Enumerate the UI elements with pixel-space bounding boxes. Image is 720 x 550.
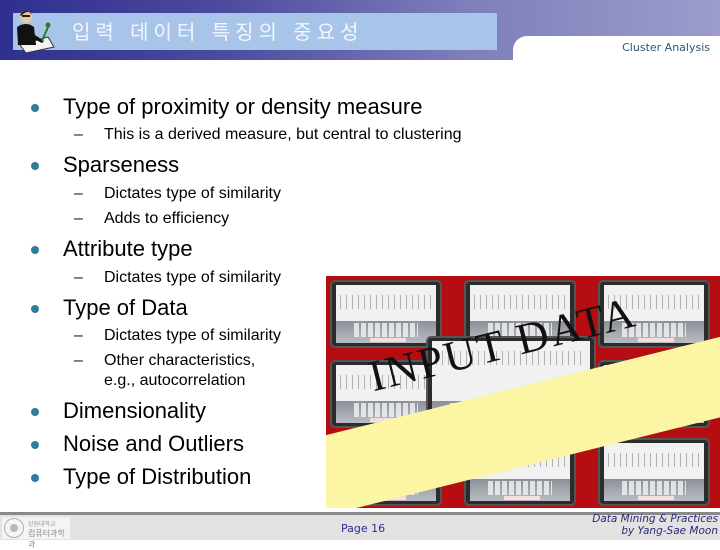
sub-bullet-text: This is a derived measure, but central t… <box>104 126 462 143</box>
course-title: Data Mining & Practices <box>592 513 718 525</box>
bullet-dot-icon <box>31 305 39 313</box>
sub-bullet-text: Dictates type of similarity <box>104 269 281 286</box>
bullet-text: Type of Data <box>63 295 188 320</box>
page-number: Page 16 <box>341 522 386 535</box>
bullet-item: Attribute type <box>31 236 193 262</box>
sub-bullet-text: Dictates type of similarity <box>104 185 281 202</box>
sub-bullet-continuation: e.g., autocorrelation <box>104 372 245 390</box>
bullet-text: Type of Distribution <box>63 464 252 489</box>
university-seal-icon <box>4 518 24 538</box>
person-writing-icon <box>12 7 56 54</box>
bullet-text: Dimensionality <box>63 398 207 423</box>
sub-bullet-text: Other characteristics, <box>104 352 256 369</box>
university-logo: 강원대학교 컴퓨터과학과 <box>2 517 70 549</box>
bullet-text: Type of proximity or density measure <box>63 94 423 119</box>
logo-department-name: 컴퓨터과학과 <box>28 529 65 549</box>
bullet-text: Noise and Outliers <box>63 431 244 456</box>
footer: 강원대학교 컴퓨터과학과 Page 16 Data Mining & Pract… <box>0 513 720 549</box>
dash-icon: – <box>74 327 83 344</box>
dash-icon: – <box>74 352 83 369</box>
dash-icon: – <box>74 126 83 143</box>
sub-bullet-item: – Dictates type of similarity <box>74 269 281 287</box>
sub-bullet-text: Dictates type of similarity <box>104 327 281 344</box>
bullet-dot-icon <box>31 104 39 112</box>
sub-bullet-item: – Dictates type of similarity <box>74 185 281 203</box>
input-data-illustration: INPUT DATA <box>326 276 720 508</box>
sub-bullet-item: – Other characteristics, <box>74 352 256 370</box>
bullet-dot-icon <box>31 408 39 416</box>
bullet-item: Dimensionality <box>31 398 207 424</box>
bullet-item: Sparseness <box>31 152 180 178</box>
bullet-text: Attribute type <box>63 236 193 261</box>
bullet-dot-icon <box>31 246 39 254</box>
dash-icon: – <box>74 185 83 202</box>
page-title: 입력 데이터 특징의 중요성 <box>72 20 364 44</box>
sub-bullet-item: – This is a derived measure, but central… <box>74 126 462 144</box>
bullet-item: Type of Distribution <box>31 464 252 490</box>
course-credit: Data Mining & Practices by Yang-Sae Moon <box>592 513 718 537</box>
dash-icon: – <box>74 269 83 286</box>
bullet-item: Type of Data <box>31 295 188 321</box>
section-label: Cluster Analysis <box>622 41 710 54</box>
bullet-item: Noise and Outliers <box>31 431 244 457</box>
dash-icon: – <box>74 210 83 227</box>
sub-bullet-text: Adds to efficiency <box>104 210 230 227</box>
bullet-text: Sparseness <box>63 152 180 177</box>
course-author: by Yang-Sae Moon <box>621 525 718 537</box>
sub-bullet-item: – Dictates type of similarity <box>74 327 281 345</box>
bullet-dot-icon <box>31 162 39 170</box>
sub-bullet-item: – Adds to efficiency <box>74 210 230 228</box>
bullet-item: Type of proximity or density measure <box>31 94 423 120</box>
tablet-image <box>598 438 710 506</box>
sub-bullet-text: e.g., autocorrelation <box>104 372 246 389</box>
bullet-dot-icon <box>31 441 39 449</box>
logo-university-name: 강원대학교 <box>28 522 56 528</box>
bullet-dot-icon <box>31 474 39 482</box>
